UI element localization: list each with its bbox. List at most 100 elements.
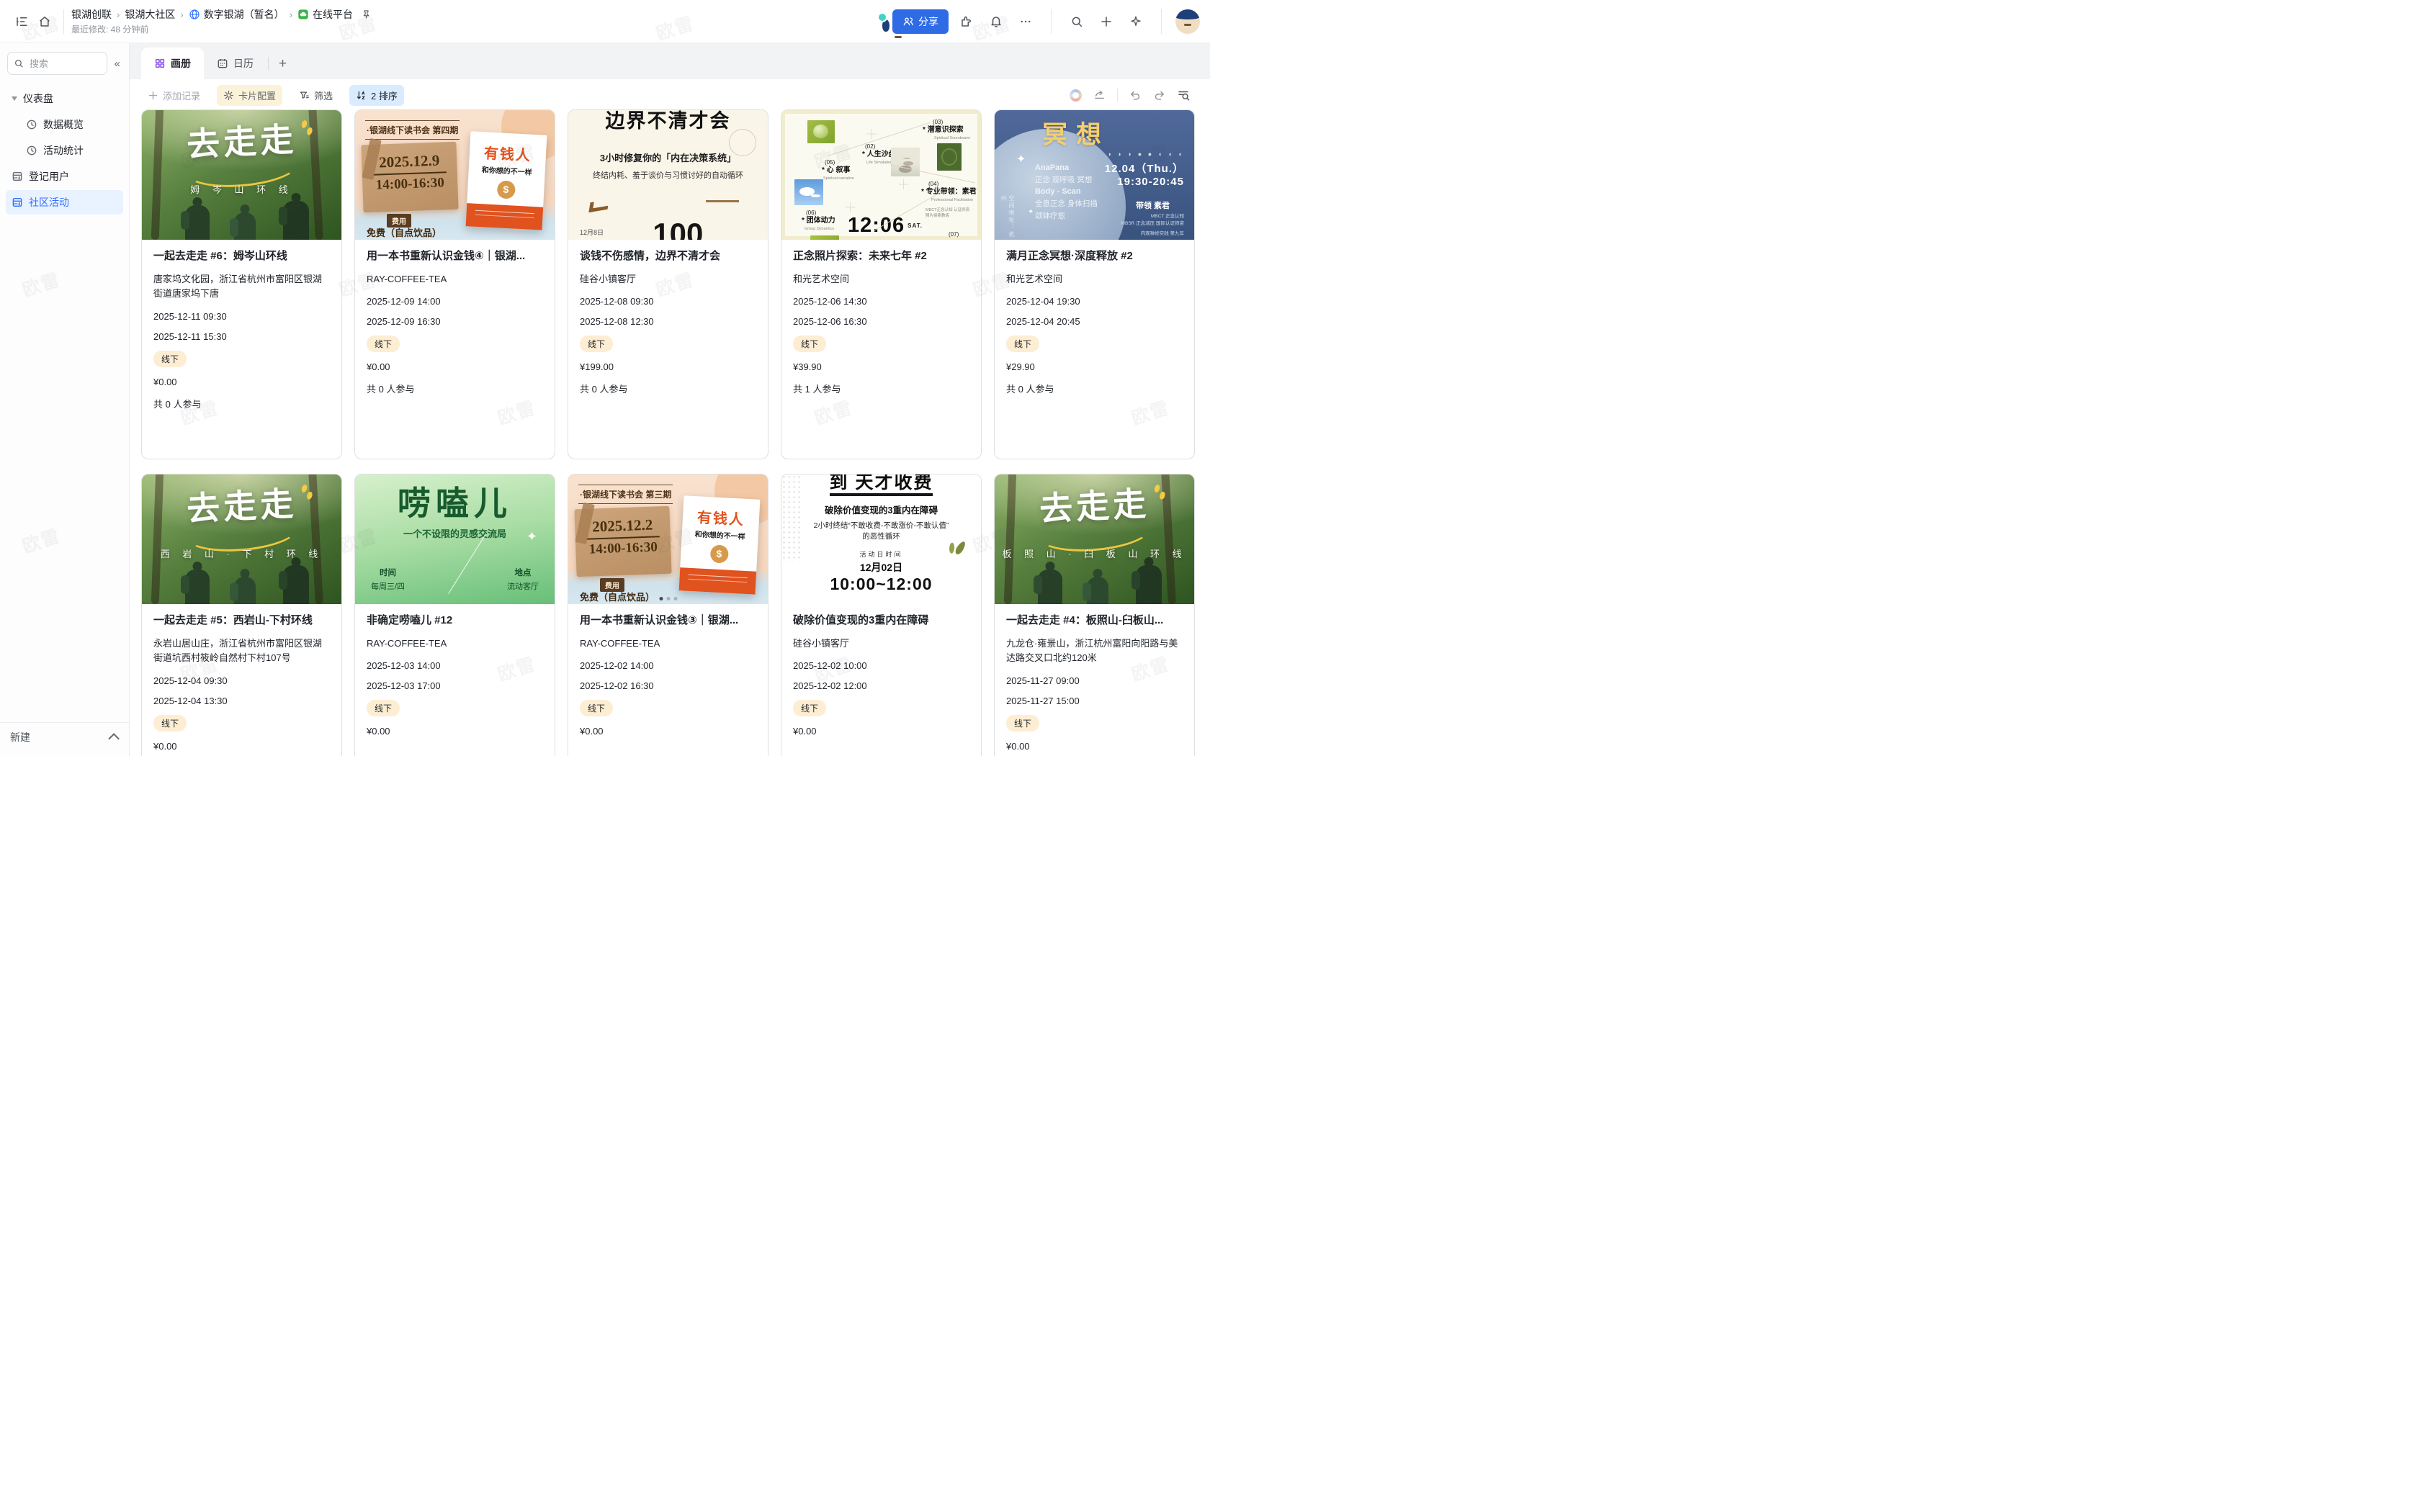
tab-calendar-view[interactable]: 日历	[204, 48, 266, 79]
cover-line: 颂钵疗愈	[1035, 210, 1098, 222]
meta-label: 时间	[371, 567, 405, 581]
collage-photo-tile	[794, 179, 823, 205]
cover-series-label: ·银湖线下读书会 第四期	[365, 120, 460, 140]
event-price: ¥199.00	[580, 361, 756, 372]
automation-ring-icon[interactable]	[1070, 89, 1082, 102]
globe-icon	[189, 9, 200, 20]
event-location: 九龙仓·雍景山，浙江杭州富阳向阳路与美达路交叉口北约120米	[1006, 636, 1183, 665]
search-icon	[14, 58, 24, 68]
cover-date: 12.04（Thu.）	[1105, 161, 1184, 176]
notifications-bell-icon[interactable]	[985, 10, 1008, 33]
undo-icon[interactable]	[1129, 89, 1142, 102]
hiker-silhouette	[185, 570, 210, 604]
add-view-button[interactable]: +	[270, 56, 295, 72]
main-content: 添加记录 卡片配置 筛选 2 排序	[130, 79, 1210, 756]
share-view-icon[interactable]	[1093, 89, 1106, 102]
event-title: 破除价值变现的3重内在障碍	[793, 613, 969, 628]
sidebar-toggle-icon[interactable]	[10, 10, 33, 33]
breadcrumb-item[interactable]: 数字银湖（暂名）	[189, 7, 284, 22]
event-participants: 共 0 人参与	[580, 382, 756, 395]
breadcrumb-separator: ›	[290, 9, 292, 20]
cover-time: 14:00-16:30	[372, 171, 447, 194]
event-mode-badge: 线下	[793, 700, 826, 716]
event-card[interactable]: ·银湖线下读书会 第三期2025.12.214:00-16:30费用免费（自点饮…	[568, 474, 768, 756]
event-card[interactable]: 去走走西 岩 山 · 下 村 环 线 一起去走走 #5：西岩山-下村环线 永岩山…	[141, 474, 342, 756]
cover-foot-number: 100	[653, 217, 703, 240]
widget-icon[interactable]	[955, 10, 978, 33]
more-icon[interactable]	[1014, 10, 1037, 33]
hiker-silhouette	[1087, 577, 1108, 604]
sort-button[interactable]: 2 排序	[349, 85, 404, 106]
event-card[interactable]: 边界不清才会3小时修复你的「内在决策系统」终结内耗、羞于谈价与习惯讨好的自动循环…	[568, 109, 768, 459]
breadcrumb-separator: ›	[180, 9, 183, 20]
event-title: 一起去走走 #6：姆岑山环线	[153, 249, 330, 264]
event-cover-image: 唠嗑儿一个不设限的灵感交流局✦时间每周三/四地点流动客厅	[355, 474, 555, 604]
sidebar-search[interactable]	[7, 52, 107, 75]
event-title: 谈钱不伤感情，边界不清才会	[580, 249, 756, 264]
cover-address: 空间地址：杭州	[1000, 195, 1016, 240]
search-input[interactable]	[28, 58, 81, 70]
sidebar-item-data-overview[interactable]: 数据概览	[6, 112, 123, 137]
table-icon	[12, 197, 23, 208]
collage-item-title: * 专业带领：素君	[921, 188, 977, 197]
event-price: ¥0.00	[580, 726, 756, 737]
event-title: 满月正念冥想·深度释放 #2	[1006, 249, 1183, 264]
chevron-up-icon[interactable]	[108, 733, 120, 744]
cover-subtitle: 一个不设限的灵感交流局	[355, 526, 555, 540]
user-avatar[interactable]	[1175, 9, 1200, 34]
add-record-button[interactable]: 添加记录	[141, 85, 207, 106]
event-title: 正念照片探索：未来七年 #2	[793, 249, 969, 264]
event-card[interactable]: 冥想◗ ◗ ◗ ● ● ◖ ◖ ◖12.04（Thu.）19:30-20:45A…	[994, 109, 1195, 459]
star-decor	[898, 179, 908, 189]
chevron-down-icon	[12, 96, 17, 101]
event-mode-badge: 线下	[1006, 336, 1039, 352]
pin-icon[interactable]	[361, 9, 372, 20]
star-decor: ✦	[1016, 152, 1026, 166]
ai-sparkle-icon[interactable]	[1124, 10, 1147, 33]
dash-decor	[706, 200, 739, 202]
event-cover-image: ·银湖线下读书会 第四期2025.12.914:00-16:30费用免费（自点饮…	[355, 110, 555, 240]
table-icon	[12, 171, 23, 182]
event-card[interactable]: ·银湖线下读书会 第四期2025.12.914:00-16:30费用免费（自点饮…	[354, 109, 555, 459]
kraft-paper-shape: 2025.12.914:00-16:30	[361, 142, 458, 213]
cover-big-title: 冥想	[1042, 114, 1110, 151]
tab-gallery-view[interactable]: 画册	[141, 48, 204, 79]
event-title: 用一本书重新认识金钱④｜银湖...	[367, 249, 543, 264]
event-card[interactable]: 去走走板 照 山 · 臼 板 山 环 线 一起去走走 #4：板照山-臼板山...…	[994, 474, 1195, 756]
event-card[interactable]: 去走走姆 岑 山 环 线 一起去走走 #6：姆岑山环线 唐家坞文化园，浙江省杭州…	[141, 109, 342, 459]
event-mode-badge: 线下	[153, 351, 187, 367]
event-price: ¥39.90	[793, 361, 969, 372]
cover-fee: 免费（自点饮品）	[367, 225, 442, 239]
sidebar-item-community-events[interactable]: 社区活动	[6, 190, 123, 215]
sidebar-item-activity-stats[interactable]: 活动统计	[6, 138, 123, 163]
filter-button[interactable]: 筛选	[292, 85, 339, 106]
search-records-icon[interactable]	[1177, 89, 1190, 102]
breadcrumb-item[interactable]: 银湖创联	[71, 7, 112, 22]
breadcrumb-item[interactable]: 银湖大社区	[125, 7, 175, 22]
sidebar-item-registered-users[interactable]: 登记用户	[6, 164, 123, 189]
event-price: ¥0.00	[1006, 741, 1183, 752]
share-button[interactable]: 分享	[892, 9, 949, 34]
event-card[interactable]: (02)* 人生沙盘Life Simulation(03)* 潜意识探索Spir…	[781, 109, 982, 459]
create-plus-icon[interactable]	[1095, 10, 1118, 33]
breadcrumb: 银湖创联 › 银湖大社区 › 数字银湖（暂名） › 在线平台	[71, 7, 372, 22]
sidebar-group-dashboards[interactable]: 仪表盘	[6, 86, 123, 111]
card-config-button[interactable]: 卡片配置	[217, 85, 282, 106]
event-location: 和光艺术空间	[793, 272, 969, 287]
new-button[interactable]: 新建	[10, 730, 30, 744]
star-decor: ✦	[526, 529, 537, 544]
redo-icon[interactable]	[1153, 89, 1165, 102]
collapse-sidebar-icon[interactable]: «	[112, 58, 123, 70]
sidebar-nav: 仪表盘 数据概览 活动统计 登记用户 社区活动	[0, 82, 129, 219]
event-title: 用一本书重新认识金钱③｜银湖...	[580, 613, 756, 628]
cover-cred: 内观禅修实践 第九年	[1141, 230, 1184, 238]
share-people-icon	[902, 16, 914, 27]
breadcrumb-item-current[interactable]: 在线平台	[297, 7, 353, 22]
event-card[interactable]: 到 天才收费破除价值变现的3重内在障碍2小时终结“不敢收费-不敢涨价-不敢认值”…	[781, 474, 982, 756]
collage-item-en: Group Dynamics	[805, 227, 834, 232]
collage-item-title: * 团体动力	[802, 217, 835, 226]
book-subtitle: 和你想的不一样	[681, 527, 758, 542]
search-icon[interactable]	[1065, 10, 1088, 33]
event-card[interactable]: 唠嗑儿一个不设限的灵感交流局✦时间每周三/四地点流动客厅 非确定唠嗑儿 #12 …	[354, 474, 555, 756]
home-icon[interactable]	[33, 10, 56, 33]
